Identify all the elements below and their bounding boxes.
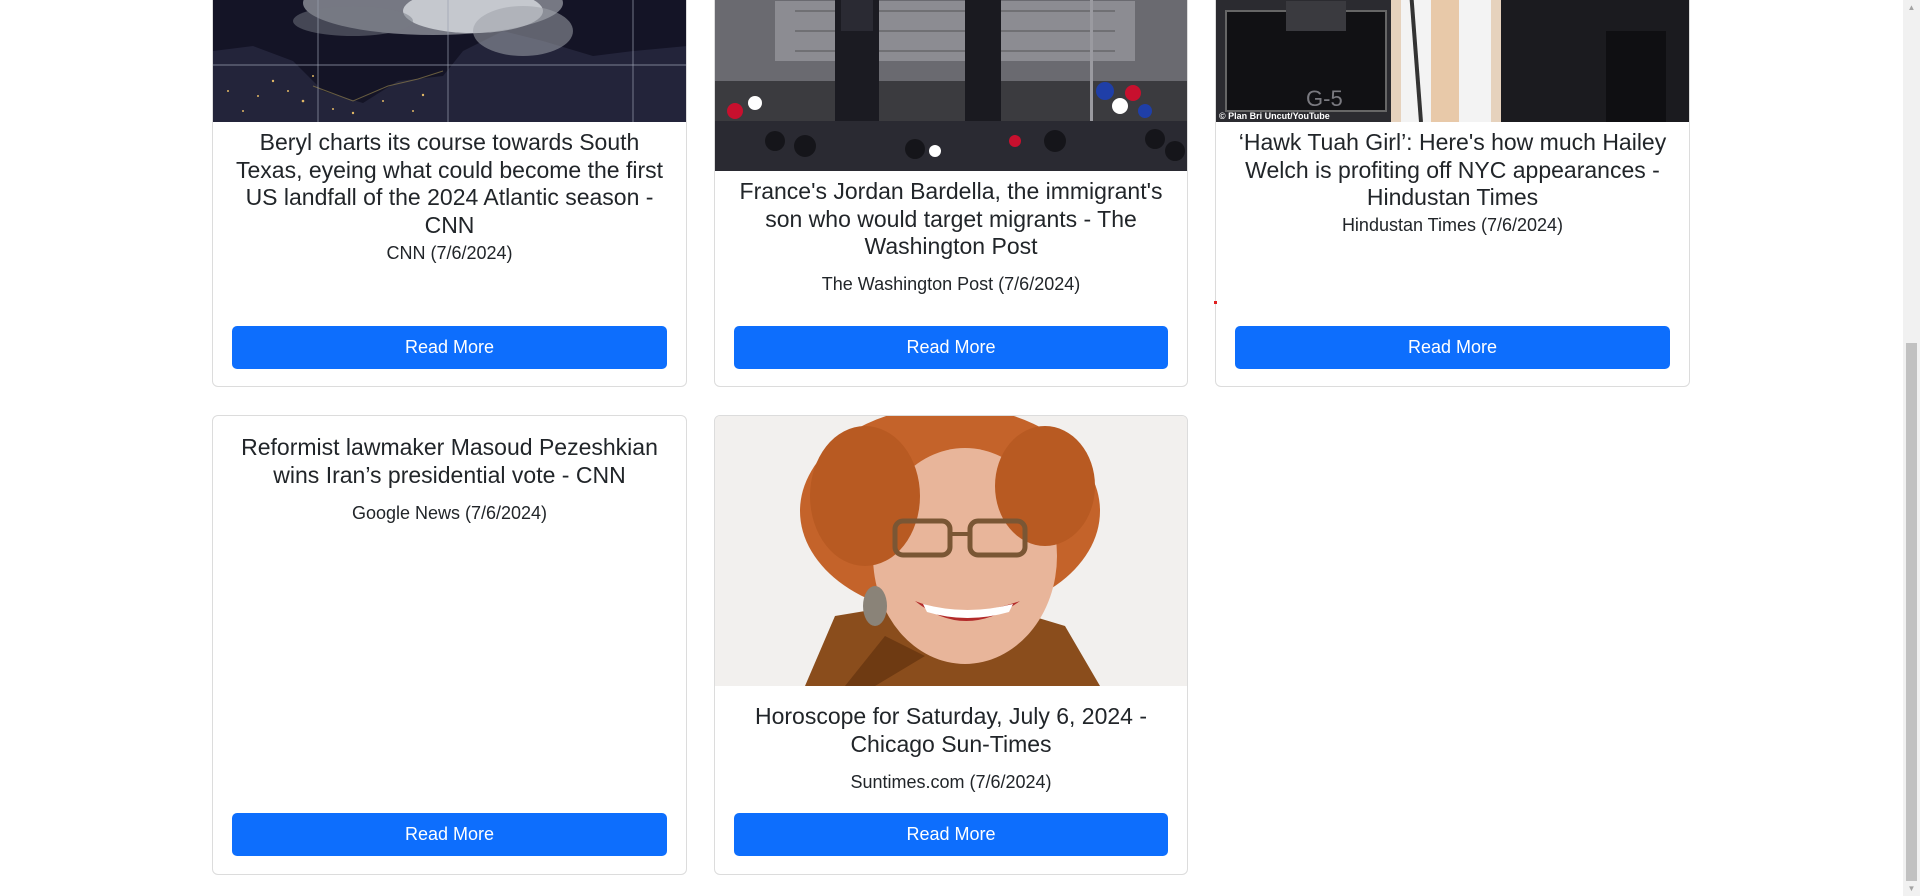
read-more-button[interactable]: Read More — [734, 326, 1168, 369]
scroll-up-arrow-icon[interactable]: ▲ — [1903, 0, 1920, 15]
portrait-illustration — [715, 416, 1187, 686]
news-card: G-5 © Plan Bri Uncut/YouTube ‘Hawk Tuah … — [1215, 0, 1690, 387]
news-card: France's Jordan Bardella, the immigrant'… — [714, 0, 1188, 387]
read-more-button[interactable]: Read More — [232, 326, 667, 369]
svg-text:G-5: G-5 — [1306, 86, 1343, 111]
news-page: Beryl charts its course towards South Te… — [0, 0, 1920, 896]
article-image-rally — [715, 0, 1187, 171]
satellite-map-illustration — [213, 0, 686, 122]
article-source: The Washington Post (7/6/2024) — [821, 274, 1081, 294]
article-title: Reformist lawmaker Masoud Pezeshkian win… — [241, 434, 658, 488]
news-card: Horoscope for Saturday, July 6, 2024 - C… — [714, 415, 1188, 875]
rally-stage-illustration — [715, 0, 1187, 171]
article-title: Beryl charts its course towards South Te… — [235, 129, 663, 238]
podcast-studio-illustration: G-5 — [1216, 0, 1689, 122]
article-source: Suntimes.com (7/6/2024) — [850, 772, 1052, 792]
image-credit: © Plan Bri Uncut/YouTube — [1219, 111, 1330, 121]
article-image-portrait — [715, 416, 1187, 686]
article-image-satellite-map — [213, 0, 686, 122]
article-image-podcast: G-5 © Plan Bri Uncut/YouTube — [1216, 0, 1689, 122]
scroll-down-arrow-icon[interactable]: ▼ — [1903, 881, 1920, 896]
read-more-button[interactable]: Read More — [1235, 326, 1670, 369]
article-title: ‘Hawk Tuah Girl’: Here's how much Hailey… — [1238, 129, 1667, 210]
article-source: Google News (7/6/2024) — [351, 503, 548, 523]
article-source: Hindustan Times (7/6/2024) — [1341, 215, 1564, 235]
news-card: Beryl charts its course towards South Te… — [212, 0, 687, 387]
scroll-thumb[interactable] — [1906, 343, 1917, 881]
stray-mark — [1214, 301, 1217, 304]
vertical-scrollbar[interactable]: ▲ ▼ — [1903, 0, 1920, 896]
read-more-button[interactable]: Read More — [734, 813, 1168, 856]
article-source: CNN (7/6/2024) — [386, 243, 513, 263]
article-title: Horoscope for Saturday, July 6, 2024 - C… — [754, 703, 1148, 757]
news-card: Reformist lawmaker Masoud Pezeshkian win… — [212, 415, 687, 875]
article-title: France's Jordan Bardella, the immigrant'… — [739, 178, 1163, 259]
read-more-button[interactable]: Read More — [232, 813, 667, 856]
